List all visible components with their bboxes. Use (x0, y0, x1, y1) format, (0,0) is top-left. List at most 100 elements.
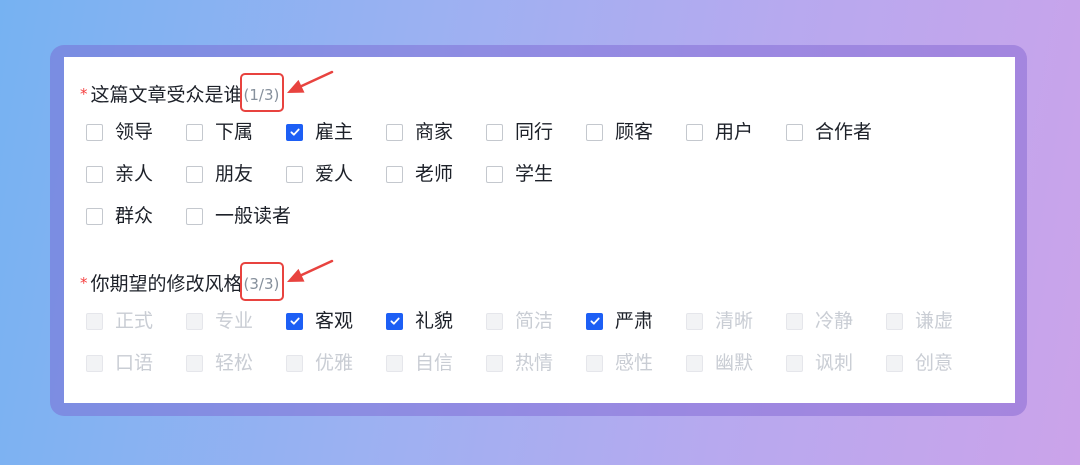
option-label: 清晰 (715, 310, 754, 332)
checkbox (786, 312, 803, 330)
option-row: 正式 专业 客观 礼貌 简洁 严肃 清晰 冷静 谦虚 (86, 300, 1015, 342)
option-label: 群众 (115, 205, 154, 227)
checkbox (486, 354, 503, 372)
checkbox[interactable] (586, 312, 603, 330)
option-label: 专业 (215, 310, 254, 332)
checkbox[interactable] (486, 123, 503, 141)
option-label: 冷静 (815, 310, 854, 332)
checkbox-option: 简洁 (486, 309, 586, 333)
checkbox-option[interactable]: 老师 (386, 162, 486, 186)
option-label: 商家 (415, 121, 454, 143)
option-label: 学生 (515, 163, 554, 185)
checkbox (86, 312, 103, 330)
checkbox-option[interactable]: 顾客 (586, 120, 686, 144)
option-label: 朋友 (215, 163, 254, 185)
checkbox-option[interactable]: 商家 (386, 120, 486, 144)
checkbox-option: 自信 (386, 351, 486, 375)
check-icon (290, 128, 300, 136)
checkbox-option[interactable]: 学生 (486, 162, 586, 186)
option-label: 雇主 (315, 121, 354, 143)
checkbox-option[interactable]: 同行 (486, 120, 586, 144)
option-label: 严肃 (615, 310, 654, 332)
option-label: 讽刺 (815, 352, 854, 374)
option-label: 谦虚 (915, 310, 954, 332)
audience-selection-count: (1/3) (239, 70, 334, 112)
option-row: 领导 下属 雇主 商家 同行 顾客 用户 合作者 (86, 111, 1015, 153)
required-mark: * (80, 85, 88, 103)
annotation-arrow-icon (287, 259, 334, 282)
checkbox-option[interactable]: 合作者 (786, 120, 886, 144)
checkbox (886, 312, 903, 330)
checkbox[interactable] (86, 123, 103, 141)
option-label: 客观 (315, 310, 354, 332)
checkbox[interactable] (386, 165, 403, 183)
checkbox-option[interactable]: 礼貌 (386, 309, 486, 333)
option-label: 幽默 (715, 352, 754, 374)
checkbox-option: 正式 (86, 309, 186, 333)
checkbox-option[interactable]: 用户 (686, 120, 786, 144)
checkbox (286, 354, 303, 372)
checkbox[interactable] (386, 312, 403, 330)
checkbox[interactable] (86, 165, 103, 183)
checkbox[interactable] (186, 207, 203, 225)
checkbox-option[interactable]: 一般读者 (186, 204, 291, 228)
checkbox-option: 幽默 (686, 351, 786, 375)
checkbox-option: 口语 (86, 351, 186, 375)
option-label: 正式 (115, 310, 154, 332)
check-icon (390, 317, 400, 325)
check-icon (590, 317, 600, 325)
option-label: 简洁 (515, 310, 554, 332)
checkbox[interactable] (186, 123, 203, 141)
option-label: 同行 (515, 121, 554, 143)
checkbox-option: 讽刺 (786, 351, 886, 375)
audience-question: 这篇文章受众是谁 (90, 84, 243, 106)
option-label: 热情 (515, 352, 554, 374)
checkbox[interactable] (286, 123, 303, 141)
option-label: 礼貌 (415, 310, 454, 332)
checkbox-option[interactable]: 下属 (186, 120, 286, 144)
checkbox-option: 感性 (586, 351, 686, 375)
checkbox[interactable] (386, 123, 403, 141)
checkbox-option[interactable]: 领导 (86, 120, 186, 144)
checkbox-option[interactable]: 爱人 (286, 162, 386, 186)
option-label: 口语 (115, 352, 154, 374)
option-label: 轻松 (215, 352, 254, 374)
option-row: 口语 轻松 优雅 自信 热情 感性 幽默 讽刺 创意 (86, 342, 1015, 384)
option-label: 老师 (415, 163, 454, 185)
checkbox (586, 354, 603, 372)
checkbox-option[interactable]: 雇主 (286, 120, 386, 144)
option-row: 亲人 朋友 爱人 老师 学生 (86, 153, 1015, 195)
checkbox[interactable] (586, 123, 603, 141)
form-card: * 这篇文章受众是谁 (1/3) 领导 下属 雇主 商家 同行 顾客 用户 合作者亲人 朋友 爱人… (64, 57, 1015, 403)
checkbox[interactable] (86, 207, 103, 225)
checkbox (886, 354, 903, 372)
checkbox (786, 354, 803, 372)
annotation-arrow-icon (287, 70, 334, 93)
checkbox[interactable] (286, 165, 303, 183)
checkbox (486, 312, 503, 330)
checkbox-option[interactable]: 亲人 (86, 162, 186, 186)
option-label: 创意 (915, 352, 954, 374)
checkbox-option: 创意 (886, 351, 986, 375)
option-label: 顾客 (615, 121, 654, 143)
checkbox-option: 清晰 (686, 309, 786, 333)
checkbox[interactable] (786, 123, 803, 141)
audience-options: 领导 下属 雇主 商家 同行 顾客 用户 合作者亲人 朋友 爱人 老师 学生群众 一般读者 (86, 111, 1015, 237)
checkbox[interactable] (486, 165, 503, 183)
checkbox-option[interactable]: 严肃 (586, 309, 686, 333)
audience-title-row: * 这篇文章受众是谁 (1/3) (64, 70, 1015, 112)
checkbox (186, 354, 203, 372)
option-label: 亲人 (115, 163, 154, 185)
option-label: 下属 (215, 121, 254, 143)
option-label: 自信 (415, 352, 454, 374)
checkbox[interactable] (186, 165, 203, 183)
checkbox-option[interactable]: 客观 (286, 309, 386, 333)
style-question: 你期望的修改风格 (90, 273, 243, 295)
checkbox[interactable] (686, 123, 703, 141)
checkbox-option[interactable]: 群众 (86, 204, 186, 228)
option-row: 群众 一般读者 (86, 195, 1015, 237)
checkbox-option[interactable]: 朋友 (186, 162, 286, 186)
option-label: 感性 (615, 352, 654, 374)
style-options: 正式 专业 客观 礼貌 简洁 严肃 清晰 冷静 谦虚 口语 轻松 优雅 自信 热情 感性 幽默 讽刺 创意 (86, 300, 1015, 384)
checkbox[interactable] (286, 312, 303, 330)
